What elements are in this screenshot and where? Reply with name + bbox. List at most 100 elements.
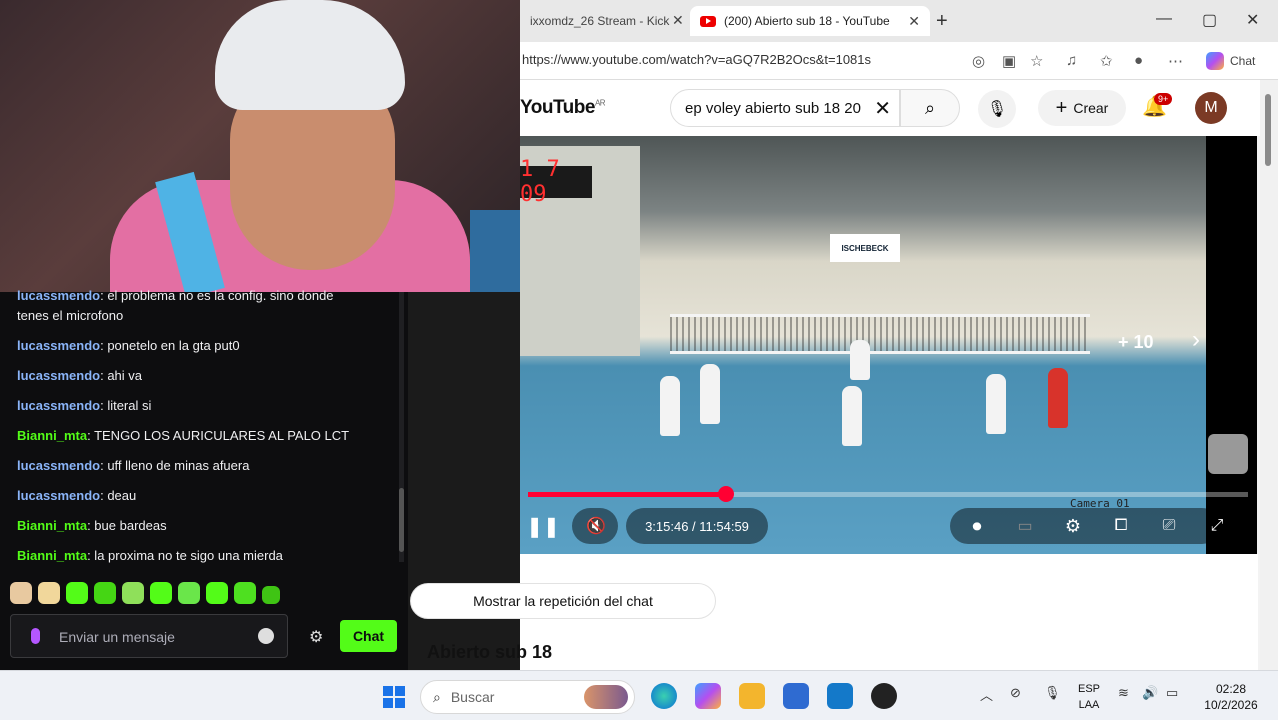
page-scrollbar[interactable] <box>1260 80 1278 670</box>
chat-text: : ahi va <box>100 368 143 383</box>
chat-message: lucassmendo: literal si <box>17 398 151 413</box>
taskbar-search[interactable]: ⌕ Buscar <box>420 680 635 714</box>
battery-icon[interactable]: ▭ <box>1166 685 1178 701</box>
emote-icon[interactable] <box>66 582 88 604</box>
theater-mode-button[interactable]: ⧠ <box>1106 508 1136 544</box>
favorite-star-icon[interactable]: ☆ <box>1030 52 1043 70</box>
search-input[interactable]: ep voley abierto sub 18 20 <box>685 100 861 117</box>
video-player[interactable]: 1 7 09 ISCHEBECK + 10 › Camera 01 ❚❚ 🔇 3… <box>520 136 1257 554</box>
show-hidden-icons-chevron-icon[interactable]: ︿ <box>980 685 993 704</box>
outlook-icon[interactable] <box>827 683 853 709</box>
cast-button[interactable]: ⎚ <box>1154 508 1184 544</box>
minimize-button[interactable]: — <box>1156 10 1172 28</box>
progress-bar[interactable] <box>528 486 1248 502</box>
emote-icon[interactable] <box>10 582 32 604</box>
autoplay-toggle[interactable]: ⏺ <box>960 508 994 544</box>
emoji-picker-icon[interactable] <box>258 628 274 644</box>
emote-icon[interactable] <box>234 582 256 604</box>
more-menu-icon[interactable]: ⋯ <box>1168 52 1183 70</box>
emote-icon[interactable] <box>122 582 144 604</box>
chat-username[interactable]: Bianni_mta <box>17 518 87 533</box>
maximize-button[interactable]: ▢ <box>1202 10 1217 30</box>
pause-button[interactable]: ❚❚ <box>526 508 560 544</box>
chat-username[interactable]: lucassmendo <box>17 338 100 353</box>
search-button[interactable]: ⌕ <box>900 89 960 127</box>
system-clock[interactable]: 02:28 10/2/2026 <box>1196 681 1266 713</box>
close-tab-icon[interactable]: ✕ <box>908 13 920 30</box>
subtitles-button[interactable]: ▭ <box>1010 508 1040 544</box>
chat-message: lucassmendo: deau <box>17 488 136 503</box>
microphone-icon[interactable] <box>31 628 40 644</box>
url-text[interactable]: https://www.youtube.com/watch?v=aGQ7R2B2… <box>522 52 871 67</box>
close-window-button[interactable]: ✕ <box>1246 10 1259 30</box>
clear-search-icon[interactable]: ✕ <box>874 96 891 121</box>
chat-scrollbar[interactable] <box>399 292 404 562</box>
account-avatar[interactable]: M <box>1195 92 1227 124</box>
send-chat-button[interactable]: Chat <box>340 620 397 652</box>
wifi-icon[interactable]: ≋ <box>1118 685 1129 701</box>
chat-username[interactable]: Bianni_mta <box>17 548 87 563</box>
extensions-icon[interactable]: ♫ <box>1066 52 1077 69</box>
streamer-cap <box>215 0 405 110</box>
kick-chat-panel: lucassmendo: el problema no es la config… <box>0 288 408 670</box>
logo-text: YouTube <box>520 97 595 118</box>
chat-settings-gear-icon[interactable]: ⚙ <box>309 627 323 647</box>
windows-taskbar: ⌕ Buscar ︿ ⊘ 🎙 ESP LAA ≋ 🔊 ▭ 02:28 10/2/20… <box>0 670 1278 720</box>
emote-icon[interactable] <box>178 582 200 604</box>
emote-icon[interactable] <box>150 582 172 604</box>
chat-message: lucassmendo: ponetelo en la gta put0 <box>17 338 240 353</box>
profile-icon[interactable]: ● <box>1134 52 1143 69</box>
language-indicator[interactable]: ESP LAA <box>1074 681 1104 713</box>
chat-text: : uff lleno de minas afuera <box>100 458 250 473</box>
new-tab-button[interactable]: + <box>936 10 948 33</box>
favorites-icon[interactable]: ✩ <box>1100 52 1113 70</box>
windows-start-icon[interactable] <box>383 686 405 708</box>
cast-icon: ⎚ <box>1162 517 1176 534</box>
chat-message-input[interactable] <box>59 624 249 650</box>
chat-username[interactable]: lucassmendo <box>17 488 100 503</box>
edge-browser-icon[interactable] <box>651 683 677 709</box>
search-box[interactable]: ep voley abierto sub 18 20 ✕ <box>670 89 900 127</box>
emote-icon[interactable] <box>38 582 60 604</box>
close-tab-icon[interactable]: ✕ <box>672 12 684 29</box>
microphone-tray-icon[interactable]: 🎙 <box>1044 685 1061 701</box>
copilot-chat-button[interactable]: Chat <box>1206 50 1270 72</box>
fullscreen-icon: ⤢ <box>1210 517 1224 534</box>
player <box>842 386 862 446</box>
scrubber-handle[interactable] <box>718 486 734 502</box>
voice-search-button[interactable]: 🎙 <box>978 90 1016 128</box>
settings-button[interactable]: ⚙ <box>1058 508 1088 544</box>
scrollbar-thumb[interactable] <box>1265 94 1271 166</box>
chat-username[interactable]: lucassmendo <box>17 288 100 303</box>
chat-message: lucassmendo: ahi va <box>17 368 142 383</box>
network-status-icon[interactable]: ⊘ <box>1010 685 1021 701</box>
copilot-label: Chat <box>1230 54 1256 68</box>
reader-icon[interactable]: ▣ <box>1002 52 1016 70</box>
next-chevron-icon[interactable]: › <box>1192 326 1200 354</box>
fullscreen-button[interactable]: ⤢ <box>1202 508 1232 544</box>
chat-username[interactable]: lucassmendo <box>17 398 100 413</box>
mute-button[interactable]: 🔇 <box>576 508 616 544</box>
emote-icon[interactable] <box>94 582 116 604</box>
create-button[interactable]: + Crear <box>1038 90 1126 126</box>
obs-studio-icon[interactable] <box>871 683 897 709</box>
copilot-taskbar-icon[interactable] <box>695 683 721 709</box>
chat-username[interactable]: lucassmendo <box>17 368 100 383</box>
show-chat-replay-button[interactable]: Mostrar la repetición del chat <box>410 583 716 619</box>
microsoft-store-icon[interactable] <box>783 683 809 709</box>
emote-icon[interactable] <box>262 586 280 604</box>
tab-youtube[interactable]: (200) Abierto sub 18 - YouTube ✕ <box>690 6 930 36</box>
volume-icon[interactable]: 🔊 <box>1142 685 1158 701</box>
translate-icon[interactable]: ◎ <box>972 52 985 70</box>
video-title: Abierto sub 18 <box>427 642 553 662</box>
chat-username[interactable]: Bianni_mta <box>17 428 87 443</box>
channel-watermark[interactable] <box>1208 434 1248 474</box>
lang-layout: LAA <box>1078 699 1100 711</box>
youtube-logo[interactable]: YouTubeAR <box>520 97 606 119</box>
chat-text: : deau <box>100 488 137 503</box>
emote-icon[interactable] <box>206 582 228 604</box>
chat-username[interactable]: lucassmendo <box>17 458 100 473</box>
file-explorer-icon[interactable] <box>739 683 765 709</box>
chat-scrollbar-thumb[interactable] <box>399 488 404 552</box>
tab-kick-stream[interactable]: ixxomdz_26 Stream - Kick <box>520 6 690 36</box>
